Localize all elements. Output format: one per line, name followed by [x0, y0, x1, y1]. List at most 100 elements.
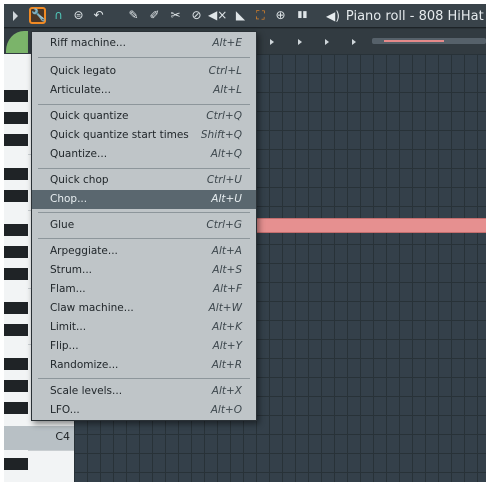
black-key[interactable]	[4, 402, 28, 414]
menu-item-shortcut: Alt+W	[208, 302, 242, 314]
menu-separator	[38, 238, 250, 239]
black-key[interactable]	[4, 380, 28, 392]
menu-item-strum[interactable]: Strum... Alt+S	[32, 261, 256, 280]
pencil-icon[interactable]: ✎	[125, 7, 142, 24]
black-key[interactable]	[4, 224, 28, 236]
menu-item-quick-chop[interactable]: Quick chop Ctrl+U	[32, 171, 256, 190]
menu-item-label: Randomize...	[50, 359, 119, 371]
menu-item-shortcut: Alt+Y	[212, 340, 242, 352]
menu-item-claw-machine[interactable]: Claw machine... Alt+W	[32, 299, 256, 318]
menu-item-label: Scale levels...	[50, 385, 123, 397]
menu-item-shortcut: Alt+S	[212, 264, 242, 276]
key-c4-label: C4	[55, 430, 70, 443]
menu-item-shortcut: Alt+A	[211, 245, 242, 257]
menu-item-randomize[interactable]: Randomize... Alt+R	[32, 356, 256, 375]
menu-item-shortcut: Alt+E	[212, 37, 242, 49]
menu-item-label: Glue	[50, 219, 75, 231]
strip-marker-icon	[270, 39, 274, 45]
menu-item-flip[interactable]: Flip... Alt+Y	[32, 337, 256, 356]
menu-item-label: Quick quantize start times	[50, 129, 189, 141]
tools-dropdown-menu: Riff machine... Alt+E Quick legato Ctrl+L …	[31, 31, 257, 421]
menu-item-quick-legato[interactable]: Quick legato Ctrl+L	[32, 62, 256, 81]
menu-item-label: LFO...	[50, 404, 80, 416]
black-key[interactable]	[4, 190, 28, 202]
strip-marker-icon	[298, 39, 302, 45]
menu-item-shortcut: Alt+R	[211, 359, 242, 371]
horizontal-scrollbar[interactable]	[372, 38, 486, 44]
menu-item-riff-machine[interactable]: Riff machine... Alt+E	[32, 34, 256, 53]
paint-brush-icon[interactable]: ✐	[146, 7, 163, 24]
black-key[interactable]	[4, 358, 28, 370]
menu-item-label: Quick chop	[50, 174, 109, 186]
menu-item-quick-quantize-start-times[interactable]: Quick quantize start times Shift+Q	[32, 126, 256, 145]
menu-item-label: Chop...	[50, 193, 88, 205]
black-key[interactable]	[4, 458, 28, 470]
menu-item-shortcut: Alt+L	[213, 84, 242, 96]
magnet-icon[interactable]: ∩	[50, 7, 67, 24]
menu-item-label: Riff machine...	[50, 37, 126, 49]
key-divider	[28, 450, 74, 451]
undo-icon[interactable]: ↶	[90, 7, 107, 24]
black-key[interactable]	[4, 168, 28, 180]
menu-item-glue[interactable]: Glue Ctrl+G	[32, 216, 256, 235]
menu-item-articulate[interactable]: Articulate... Alt+L	[32, 81, 256, 100]
black-key[interactable]	[4, 302, 28, 314]
menu-item-shortcut: Alt+U	[211, 193, 242, 205]
note[interactable]	[254, 218, 486, 233]
toolbar-menu-arrow-icon[interactable]	[13, 11, 18, 21]
black-key[interactable]	[4, 112, 28, 124]
menu-item-shortcut: Alt+Q	[210, 148, 242, 160]
piano-roll-window: 🔧 ∩ ⊜ ↶ ✎ ✐ ✂ ⊘ ◀× ◣ ⛶ ⊕ ▮▮ ◀) Piano roll…	[4, 4, 486, 482]
select-icon[interactable]: ⛶	[252, 7, 269, 24]
menu-item-label: Articulate...	[50, 84, 111, 96]
menu-item-shortcut: Ctrl+G	[206, 219, 242, 231]
menu-item-arpeggiate[interactable]: Arpeggiate... Alt+A	[32, 242, 256, 261]
menu-item-label: Strum...	[50, 264, 92, 276]
black-key[interactable]	[4, 134, 28, 146]
menu-item-shortcut: Ctrl+Q	[206, 110, 242, 122]
delete-icon[interactable]: ⊘	[188, 7, 205, 24]
menu-item-label: Quick legato	[50, 65, 117, 77]
mute-icon[interactable]: ◀×	[208, 7, 227, 24]
menu-item-label: Quick quantize	[50, 110, 129, 122]
menu-item-label: Claw machine...	[50, 302, 134, 314]
menu-item-label: Flam...	[50, 283, 86, 295]
menu-item-label: Quantize...	[50, 148, 108, 160]
menu-item-quantize[interactable]: Quantize... Alt+Q	[32, 145, 256, 164]
menu-item-chop[interactable]: Chop... Alt+U	[32, 190, 256, 209]
menu-separator	[38, 57, 250, 58]
strip-marker-icon	[352, 39, 356, 45]
playback-icon[interactable]: ⊜	[70, 7, 87, 24]
menu-item-lfo[interactable]: LFO... Alt+O	[32, 401, 256, 420]
menu-separator	[38, 378, 250, 379]
menu-item-shortcut: Alt+F	[212, 283, 242, 295]
menu-separator	[38, 104, 250, 105]
menu-item-label: Flip...	[50, 340, 79, 352]
menu-item-shortcut: Ctrl+U	[206, 174, 242, 186]
menu-item-shortcut: Shift+Q	[200, 129, 242, 141]
black-key[interactable]	[4, 324, 28, 336]
piano-roll-toolbar: 🔧 ∩ ⊜ ↶ ✎ ✐ ✂ ⊘ ◀× ◣ ⛶ ⊕ ▮▮ ◀) Piano roll…	[4, 4, 486, 28]
menu-item-shortcut: Alt+O	[210, 404, 242, 416]
strip-marker-icon	[325, 39, 329, 45]
speaker-icon: ◀)	[326, 9, 340, 23]
key-c4[interactable]: C4	[4, 426, 74, 450]
zoom-icon[interactable]: ⊕	[272, 7, 289, 24]
window-title: ◀) Piano roll - 808 HiHat	[326, 7, 484, 25]
menu-item-limit[interactable]: Limit... Alt+K	[32, 318, 256, 337]
menu-separator	[38, 168, 250, 169]
black-key[interactable]	[4, 246, 28, 258]
erase-icon[interactable]: ✂	[167, 7, 184, 24]
menu-item-shortcut: Ctrl+L	[208, 65, 242, 77]
wrench-icon[interactable]: 🔧	[29, 7, 46, 24]
menu-item-scale-levels[interactable]: Scale levels... Alt+X	[32, 382, 256, 401]
slip-icon[interactable]: ◣	[232, 7, 249, 24]
menu-item-flam[interactable]: Flam... Alt+F	[32, 280, 256, 299]
scrollbar-thumb[interactable]	[384, 40, 444, 42]
black-key[interactable]	[4, 90, 28, 102]
playback-bars-icon[interactable]: ▮▮	[294, 7, 311, 24]
menu-item-shortcut: Alt+K	[212, 321, 242, 333]
window-title-text: Piano roll - 808 HiHat	[345, 9, 484, 24]
black-key[interactable]	[4, 268, 28, 280]
menu-item-quick-quantize[interactable]: Quick quantize Ctrl+Q	[32, 107, 256, 126]
